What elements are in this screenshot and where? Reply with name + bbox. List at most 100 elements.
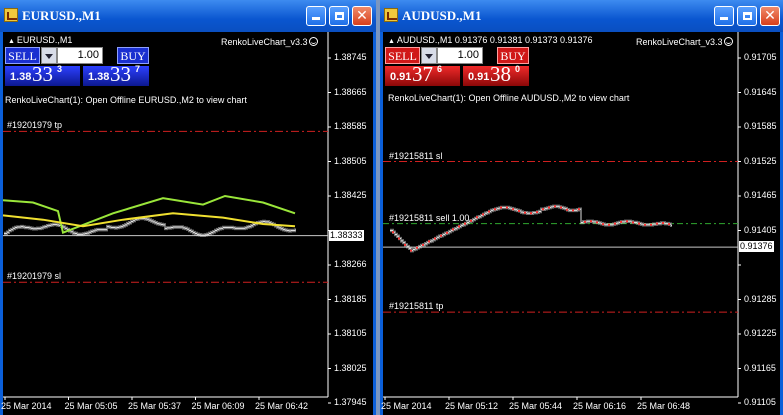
price-bar-marker — [548, 206, 550, 209]
eurusd-indicator-label: RenkoLiveChart_v3.3 — [221, 37, 318, 47]
minimize-button[interactable] — [714, 6, 734, 26]
audusd-indicator-label: RenkoLiveChart_v3.3 — [636, 37, 733, 47]
price-tick-label: 0.91165 — [744, 362, 776, 373]
eurusd-chart-window[interactable]: EURUSD.,M1 ✕ ▲ EURUSD.,M1 RenkoLiveChart… — [0, 0, 376, 415]
close-button[interactable]: ✕ — [352, 6, 372, 26]
price-bar-marker — [446, 231, 448, 234]
price-bar-marker — [614, 222, 616, 225]
price-bar-marker — [500, 206, 502, 209]
price-bar-marker — [482, 213, 484, 216]
price-bar-marker — [518, 209, 520, 212]
eurusd-title-bar[interactable]: EURUSD.,M1 ✕ — [0, 0, 376, 32]
price-bar-marker — [458, 225, 460, 228]
time-tick-label: 25 Mar 06:09 — [191, 401, 245, 411]
price-bar-marker — [554, 205, 556, 208]
price-bar-marker — [662, 222, 664, 225]
buy-price-box[interactable]: 0.91 38 0 — [463, 62, 529, 86]
price-tick-label: 1.38745 — [334, 52, 367, 62]
price-bar-marker — [494, 208, 496, 211]
price-tick-label: 1.38505 — [334, 155, 367, 166]
price-tick-label: 0.91285 — [744, 293, 777, 304]
audusd-indicator-message: RenkoLiveChart(1): Open Offline AUDUSD.,… — [388, 93, 630, 103]
chart-window-icon — [4, 8, 18, 22]
price-tick-label: 0.91585 — [744, 121, 777, 131]
price-bar-marker — [632, 221, 634, 224]
price-bar-marker — [524, 211, 526, 214]
eurusd-chart-area[interactable]: ▲ EURUSD.,M1 RenkoLiveChart_v3.3 SELL 1.… — [1, 32, 373, 415]
price-bar-marker — [608, 223, 610, 226]
maximize-button[interactable] — [737, 6, 757, 26]
price-tick-label: 0.91405 — [744, 224, 777, 235]
maximize-icon — [742, 12, 752, 20]
audusd-chart-area[interactable]: ▲ AUDUSD.,M1 0.91376 0.91381 0.91373 0.9… — [381, 32, 780, 415]
price-bar-marker — [434, 237, 436, 240]
audusd-chart-window[interactable]: AUDUSD.,M1 ✕ ▲ AUDUSD.,M1 0.91376 0.9138… — [380, 0, 783, 415]
price-bar-marker — [398, 237, 400, 240]
maximize-button[interactable] — [329, 6, 349, 26]
price-bar-marker — [506, 206, 508, 209]
minimize-button[interactable] — [306, 6, 326, 26]
order-level-label: #19215811 sell 1.00 — [389, 212, 470, 223]
lot-size-input[interactable]: 1.00 — [437, 47, 483, 64]
close-icon: ✕ — [356, 8, 368, 24]
price-bar-marker — [590, 220, 592, 223]
price-bar-marker — [416, 246, 418, 249]
price-bar-marker — [404, 243, 406, 246]
price-tick-label: 0.91225 — [744, 328, 777, 338]
smiley-icon — [308, 37, 318, 46]
time-tick-label: 25 Mar 05:44 — [509, 401, 563, 411]
current-price-tag: 1.38333 — [329, 229, 364, 241]
audusd-symbol-header: ▲ AUDUSD.,M1 0.91376 0.91381 0.91373 0.9… — [388, 35, 593, 45]
price-bar-marker — [620, 220, 622, 223]
price-bar-marker — [596, 221, 598, 224]
price-tick-label: 1.37945 — [334, 397, 367, 407]
minimize-icon — [312, 17, 320, 20]
time-tick-label: 25 Mar 06:42 — [255, 401, 309, 411]
audusd-price-chart[interactable] — [383, 32, 780, 415]
price-bar-marker — [512, 208, 514, 211]
price-bar-marker — [668, 223, 670, 226]
close-button[interactable]: ✕ — [760, 6, 780, 26]
price-bar-marker — [464, 222, 466, 225]
price-bar-marker — [566, 208, 568, 211]
price-tick-label: 1.38585 — [334, 121, 367, 131]
time-tick-label: 25 Mar 2014 — [381, 401, 432, 411]
order-level-label: #19215811 tp — [389, 301, 444, 312]
price-bar-marker — [536, 211, 538, 214]
price-tick-label: 1.38025 — [334, 362, 367, 373]
price-tick-label: 1.38425 — [334, 190, 367, 200]
price-bar-marker — [602, 223, 604, 226]
price-tick-label: 1.38266 — [334, 259, 367, 269]
time-tick-label: 25 Mar 06:16 — [573, 401, 627, 411]
minimize-icon — [720, 17, 728, 20]
price-bar-marker — [584, 220, 586, 223]
time-tick-label: 25 Mar 05:37 — [128, 401, 182, 411]
price-bar-marker — [578, 208, 580, 211]
audusd-title-bar[interactable]: AUDUSD.,M1 ✕ — [380, 0, 783, 32]
chart-window-icon — [384, 8, 398, 22]
maximize-icon — [334, 12, 344, 20]
price-bar-marker — [530, 212, 532, 215]
buy-price-box[interactable]: 1.38 33 7 — [83, 62, 149, 86]
sell-price-box[interactable]: 0.91 37 6 — [385, 62, 460, 86]
price-bar-marker — [452, 228, 454, 231]
eurusd-symbol-header: ▲ EURUSD.,M1 — [8, 35, 73, 45]
price-tick-label: 0.91525 — [744, 155, 777, 166]
order-level-label: #19201979 sl — [7, 271, 62, 282]
order-level-label: #19215811 sl — [389, 150, 443, 161]
eurusd-price-chart[interactable] — [3, 32, 373, 415]
price-bar-marker — [560, 206, 562, 209]
eurusd-indicator-message: RenkoLiveChart(1): Open Offline EURUSD.,… — [5, 95, 247, 105]
sell-price-box[interactable]: 1.38 33 3 — [5, 62, 80, 86]
price-tick-label: 0.91705 — [744, 52, 777, 62]
price-tick-label: 0.91645 — [744, 86, 777, 97]
eurusd-window-title: EURUSD.,M1 — [22, 8, 101, 23]
price-bar-marker — [428, 240, 430, 243]
price-bar-marker — [644, 223, 646, 226]
lot-size-input[interactable]: 1.00 — [57, 47, 103, 64]
price-bar-marker — [440, 234, 442, 237]
price-bar-marker — [626, 220, 628, 223]
price-tick-label: 1.38665 — [334, 86, 367, 97]
current-price-tag: 0.91376 — [739, 241, 774, 253]
price-bar-marker — [656, 222, 658, 225]
